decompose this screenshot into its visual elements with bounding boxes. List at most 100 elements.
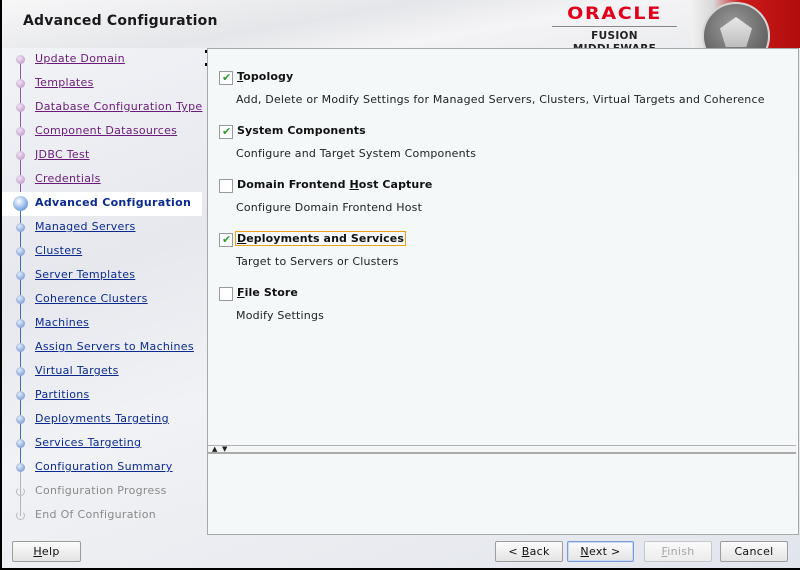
content-panel: ✔ Topology Add, Delete or Modify Settings … <box>207 48 799 535</box>
step-pending-icon <box>16 415 25 424</box>
nav-step-update-domain[interactable]: Update Domain <box>2 48 202 84</box>
step-visited-icon <box>16 175 25 184</box>
options-panel: ✔ Topology Add, Delete or Modify Settings … <box>208 49 796 446</box>
nav-step-label[interactable]: Managed Servers <box>35 220 135 233</box>
back-button[interactable]: < Back <box>495 541 563 562</box>
nav-step-managed-servers[interactable]: Managed Servers <box>2 216 202 252</box>
option-label[interactable]: Domain Frontend Host Capture <box>237 178 432 191</box>
step-visited-icon <box>16 55 25 64</box>
nav-step-services-targeting[interactable]: Services Targeting <box>2 432 202 468</box>
option-description: Configure and Target System Components <box>236 147 477 160</box>
cancel-button[interactable]: Cancel <box>720 541 788 562</box>
nav-step-label[interactable]: Configuration Summary <box>35 460 173 473</box>
nav-step-label[interactable]: Virtual Targets <box>35 364 119 377</box>
nav-step-label: Configuration Progress <box>35 484 167 497</box>
checkbox[interactable]: ✔ <box>219 71 233 85</box>
nav-step-server-templates[interactable]: Server Templates <box>2 264 202 300</box>
option-label[interactable]: System Components <box>237 124 366 137</box>
nav-step-templates[interactable]: Templates <box>2 72 202 108</box>
nav-step-label[interactable]: Server Templates <box>35 268 135 281</box>
oracle-logo-text: ORACLE <box>567 4 662 24</box>
nav-step-virtual-targets[interactable]: Virtual Targets <box>2 360 202 396</box>
finish-button[interactable]: Finish <box>644 541 712 562</box>
nav-step-label[interactable]: Deployments Targeting <box>35 412 169 425</box>
checkbox[interactable]: ✔ <box>219 125 233 139</box>
step-pending-icon <box>16 391 25 400</box>
step-disabled-icon <box>16 487 25 496</box>
nav-step-jdbc-test[interactable]: JDBC Test <box>2 144 202 180</box>
nav-step-label: End Of Configuration <box>35 508 157 521</box>
nav-step-label[interactable]: Services Targeting <box>35 436 141 449</box>
step-visited-icon <box>16 103 25 112</box>
nav-step-label[interactable]: Update Domain <box>35 52 125 65</box>
split-down-icon[interactable]: ▼ <box>222 445 227 453</box>
nav-step-configuration-progress: Configuration Progress <box>2 480 202 516</box>
nav-step-database-configuration-type[interactable]: Database Configuration Type <box>2 96 202 132</box>
nav-step-end-of-configuration: End Of Configuration <box>2 504 202 528</box>
step-visited-icon <box>16 79 25 88</box>
nav-step-assign-servers-to-machines[interactable]: Assign Servers to Machines <box>2 336 202 372</box>
step-pending-icon <box>16 223 25 232</box>
nav-step-label[interactable]: Database Configuration Type <box>35 100 202 113</box>
checkbox[interactable] <box>219 287 233 301</box>
wizard-window: Advanced Configuration ORACLE FUSION MID… <box>2 0 800 568</box>
wizard-header: Advanced Configuration ORACLE FUSION MID… <box>2 0 800 70</box>
nav-step-label[interactable]: Advanced Configuration <box>35 196 191 209</box>
nav-step-label[interactable]: Component Datasources <box>35 124 177 137</box>
checkbox[interactable]: ✔ <box>219 233 233 247</box>
nav-step-advanced-configuration[interactable]: Advanced Configuration <box>2 192 202 228</box>
step-pending-icon <box>16 367 25 376</box>
step-pending-icon <box>16 439 25 448</box>
nav-step-label[interactable]: Templates <box>35 76 94 89</box>
nav-step-label[interactable]: Machines <box>35 316 89 329</box>
details-panel <box>208 455 796 534</box>
help-mnemonic: H <box>33 545 42 558</box>
nav-step-label[interactable]: Clusters <box>35 244 82 257</box>
back-mnemonic: B <box>521 545 530 558</box>
step-current-icon <box>13 196 28 211</box>
option-label[interactable]: File Store <box>237 286 298 299</box>
nav-step-component-datasources[interactable]: Component Datasources <box>2 120 202 156</box>
step-pending-icon <box>16 319 25 328</box>
checkmark-icon: ✔ <box>222 71 232 84</box>
next-rest: ext > <box>588 545 621 558</box>
brand-divider <box>552 26 677 27</box>
help-button[interactable]: Help <box>12 541 81 562</box>
option-label[interactable]: Topology <box>237 70 293 83</box>
nav-step-coherence-clusters[interactable]: Coherence Clusters <box>2 288 202 324</box>
nav-step-label[interactable]: JDBC Test <box>35 148 90 161</box>
step-visited-icon <box>16 127 25 136</box>
nav-step-clusters[interactable]: Clusters <box>2 240 202 276</box>
step-visited-icon <box>16 151 25 160</box>
option-description: Modify Settings <box>236 309 325 322</box>
panel-splitter[interactable]: ▲ ▼ <box>208 445 796 454</box>
step-pending-icon <box>16 271 25 280</box>
finish-rest: inish <box>667 545 695 558</box>
next-button[interactable]: Next > <box>567 541 634 562</box>
step-pending-icon <box>16 343 25 352</box>
checkmark-icon: ✔ <box>222 125 232 138</box>
option-description: Target to Servers or Clusters <box>236 255 399 268</box>
option-label[interactable]: Deployments and Services <box>235 231 406 246</box>
wizard-step-navigation: Update Domain Templates Database Configura… <box>2 48 206 528</box>
step-pending-icon <box>16 295 25 304</box>
nav-step-label[interactable]: Partitions <box>35 388 90 401</box>
nav-step-partitions[interactable]: Partitions <box>2 384 202 420</box>
checkbox[interactable] <box>219 179 233 193</box>
nav-step-credentials[interactable]: Credentials <box>2 168 202 204</box>
next-mnemonic: N <box>580 545 589 558</box>
nav-step-configuration-summary[interactable]: Configuration Summary <box>2 456 202 492</box>
split-up-icon[interactable]: ▲ <box>212 445 217 453</box>
option-description: Configure Domain Frontend Host <box>236 201 423 214</box>
nav-step-deployments-targeting[interactable]: Deployments Targeting <box>2 408 202 444</box>
nav-step-label[interactable]: Credentials <box>35 172 101 185</box>
option-description: Add, Delete or Modify Settings for Manag… <box>236 93 765 106</box>
nav-step-machines[interactable]: Machines <box>2 312 202 348</box>
step-pending-icon <box>16 247 25 256</box>
back-rest: ack <box>529 545 550 558</box>
help-rest: elp <box>41 545 60 558</box>
nav-step-label[interactable]: Coherence Clusters <box>35 292 148 305</box>
nav-step-label[interactable]: Assign Servers to Machines <box>35 340 194 353</box>
back-prefix: < <box>508 545 522 558</box>
checkmark-icon: ✔ <box>222 233 232 246</box>
